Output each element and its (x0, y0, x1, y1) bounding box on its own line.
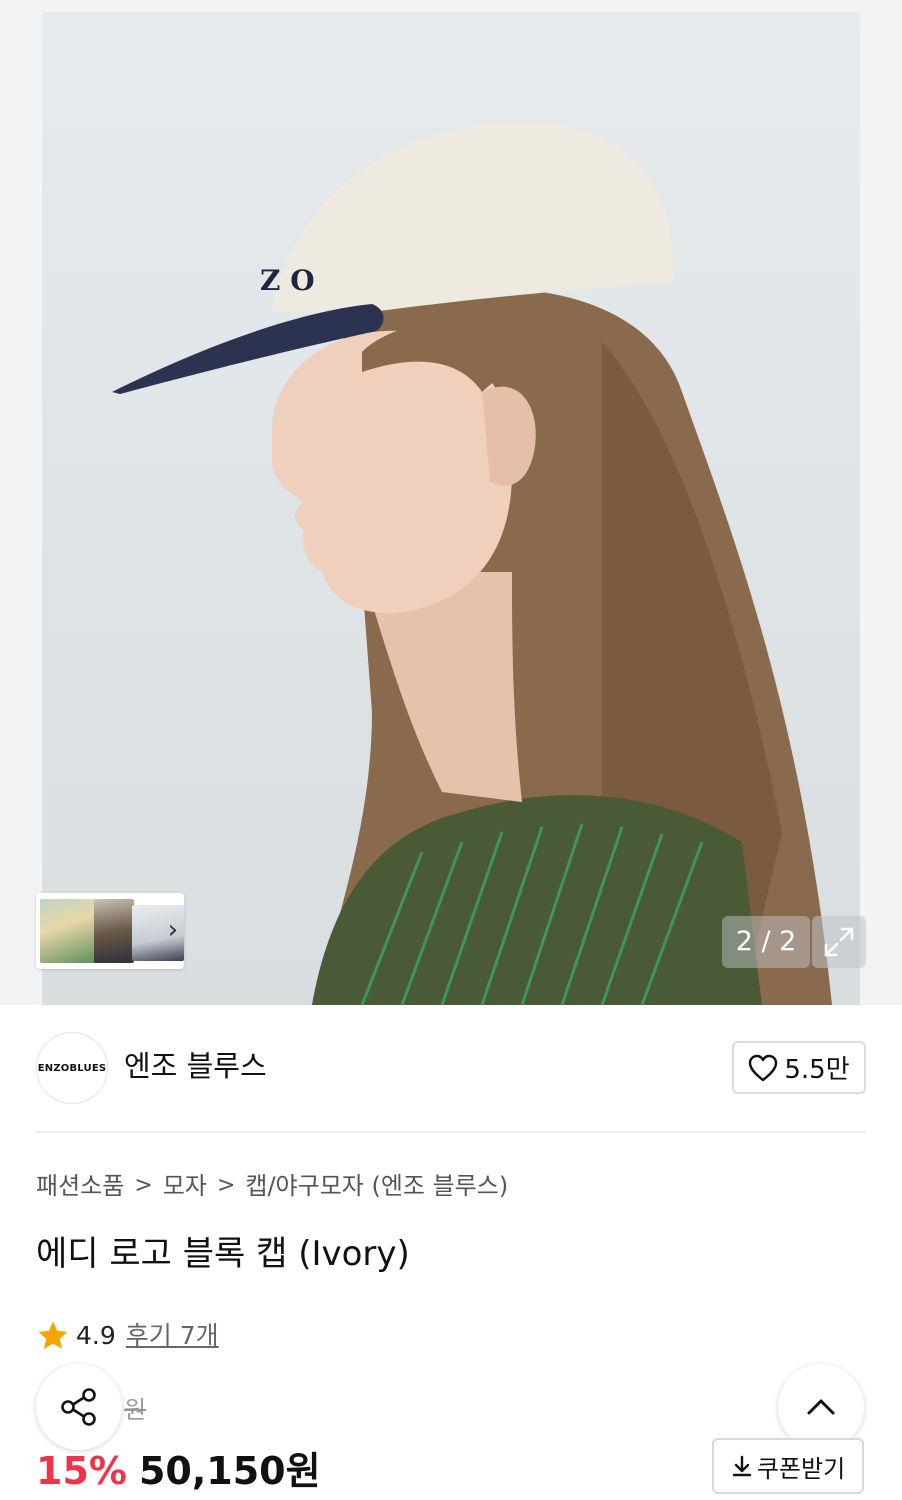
discount-rate: 15% (36, 1449, 127, 1493)
share-button[interactable] (36, 1364, 122, 1450)
coupon-download-button[interactable]: 쿠폰받기 (712, 1438, 864, 1494)
breadcrumb-item[interactable]: 캡/야구모자 (엔조 블루스) (245, 1168, 508, 1204)
breadcrumb-item[interactable]: 패션소품 (36, 1168, 124, 1204)
breadcrumb-item[interactable]: 모자 (163, 1168, 207, 1204)
thumbnail-strip[interactable]: › (36, 893, 184, 969)
fullscreen-button[interactable] (812, 916, 866, 968)
chevron-up-icon (807, 1399, 835, 1415)
download-icon (732, 1455, 752, 1477)
model-wearing-cap-illustration: Z O (112, 122, 832, 1005)
brand-logo[interactable]: ENZOBLUES (36, 1032, 108, 1104)
chevron-right-icon[interactable]: › (168, 915, 178, 945)
expand-icon (824, 927, 854, 957)
divider (36, 1131, 866, 1133)
like-count: 5.5만 (784, 1055, 850, 1085)
share-icon (61, 1388, 96, 1426)
review-count-link[interactable]: 후기 7개 (126, 1316, 219, 1356)
product-image-gallery[interactable]: Z O › 2 / 2 (0, 0, 902, 1005)
sale-price: 50,150원 (138, 1449, 321, 1493)
chevron-right-icon: > (216, 1173, 236, 1198)
thumbnail-1[interactable] (40, 899, 98, 963)
breadcrumb: 패션소품 > 모자 > 캡/야구모자 (엔조 블루스) (36, 1168, 508, 1204)
brand-name[interactable]: 엔조 블루스 (124, 1046, 267, 1086)
thumbnail-2[interactable] (94, 899, 134, 963)
coupon-label: 쿠폰받기 (756, 1454, 846, 1483)
product-photo[interactable]: Z O (42, 12, 860, 1005)
heart-icon (749, 1054, 778, 1081)
original-price: 원 (124, 1396, 147, 1424)
like-button[interactable]: 5.5만 (732, 1041, 866, 1094)
rating-score: 4.9 (76, 1321, 116, 1350)
svg-text:Z O: Z O (260, 264, 315, 297)
rating-row: 4.9 후기 7개 (36, 1316, 219, 1356)
chevron-right-icon: > (134, 1173, 153, 1198)
star-icon (38, 1321, 68, 1349)
image-page-counter: 2 / 2 (722, 916, 810, 968)
brand-logo-text: ENZOBLUES (37, 1062, 107, 1074)
product-title: 에디 로고 블록 캡 (Ivory) (36, 1234, 410, 1274)
